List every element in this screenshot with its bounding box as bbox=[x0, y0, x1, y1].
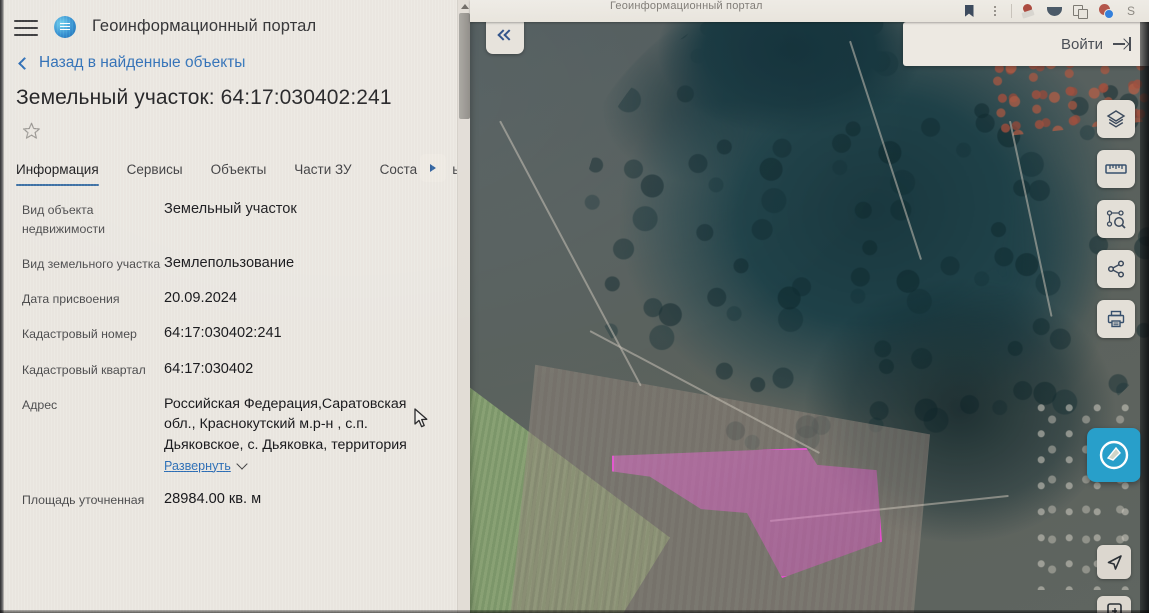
property-key: Вид объекта недвижимости bbox=[22, 203, 105, 237]
property-key: Кадастровый номер bbox=[22, 327, 137, 342]
property-value: Российская Федерация,Саратовская обл., К… bbox=[164, 395, 407, 453]
layers-button[interactable] bbox=[1097, 100, 1135, 138]
property-key: Вид земельного участка bbox=[22, 257, 161, 272]
feedback-chat-button[interactable] bbox=[1087, 428, 1141, 482]
property-row: Дата присвоения 20.09.2024 bbox=[0, 281, 470, 316]
property-key: Площадь уточненная bbox=[22, 492, 145, 507]
property-key: Дата присвоения bbox=[22, 292, 120, 307]
portal-logo-icon bbox=[54, 15, 76, 38]
extension-overflow-icon[interactable]: S bbox=[1119, 1, 1145, 21]
property-row: Вид земельного участка Землепользование bbox=[0, 246, 470, 281]
scrollbar-thumb[interactable] bbox=[459, 13, 470, 119]
share-icon bbox=[1107, 260, 1125, 278]
property-value: 64:17:030402 bbox=[164, 360, 254, 377]
property-value: 20.09.2024 bbox=[164, 290, 238, 307]
bookmark-icon[interactable] bbox=[956, 1, 982, 21]
navigation-arrow-icon bbox=[1107, 554, 1122, 570]
hamburger-menu-icon[interactable] bbox=[14, 18, 38, 36]
tab-scroll-right-button[interactable] bbox=[420, 154, 446, 182]
chevron-down-icon bbox=[236, 457, 248, 470]
tab-services[interactable]: Сервисы bbox=[127, 162, 197, 186]
app-header: Геоинформационный портал bbox=[0, 0, 470, 44]
chevron-left-icon bbox=[18, 56, 31, 70]
property-value: 28984.00 кв. м bbox=[164, 490, 262, 507]
property-row: Площадь уточненная 28984.00 кв. м bbox=[0, 482, 470, 517]
print-icon bbox=[1107, 310, 1125, 328]
toolbar-divider bbox=[1011, 4, 1012, 18]
expand-label: Развернуть bbox=[164, 458, 231, 473]
screenshot-root: Войти Геоинформационный портал S Геоинфо… bbox=[0, 0, 1149, 613]
search-area-button[interactable] bbox=[1097, 200, 1135, 238]
property-value: Землепользование bbox=[164, 255, 295, 272]
app-title: Геоинформационный портал bbox=[92, 17, 317, 35]
property-value: 64:17:030402:241 bbox=[164, 325, 282, 342]
extension-puzzle-icon[interactable] bbox=[1067, 1, 1093, 21]
share-button[interactable] bbox=[1097, 250, 1135, 288]
print-button[interactable] bbox=[1097, 300, 1135, 338]
back-label: Назад в найденные объекты bbox=[39, 54, 246, 71]
property-row: Вид объекта недвижимости Земельный участ… bbox=[0, 192, 470, 246]
tab-information[interactable]: Информация bbox=[16, 162, 113, 186]
extension-verified-icon[interactable] bbox=[1093, 1, 1119, 21]
star-outline-icon[interactable] bbox=[22, 122, 41, 140]
tab-objects[interactable]: Объекты bbox=[211, 162, 281, 186]
back-to-results-link[interactable]: Назад в найденные объекты bbox=[0, 44, 470, 76]
property-row-address: Адрес Российская Федерация,Саратовская о… bbox=[0, 387, 470, 482]
panel-vertical-scrollbar[interactable] bbox=[457, 0, 470, 613]
feedback-chat-icon bbox=[1099, 440, 1129, 470]
double-chevron-left-icon bbox=[497, 29, 515, 41]
object-info-panel: Геоинформационный портал Назад в найденн… bbox=[0, 0, 470, 613]
measure-button[interactable] bbox=[1097, 150, 1135, 188]
login-button[interactable]: Войти bbox=[903, 22, 1149, 66]
locate-button[interactable] bbox=[1097, 545, 1131, 579]
map-viewport[interactable]: Войти bbox=[470, 0, 1149, 613]
screen-bezel-right bbox=[1140, 0, 1149, 613]
tab-bar[interactable]: Информация Сервисы Объекты Части ЗУ Сост… bbox=[0, 140, 470, 186]
extension-pin-icon[interactable] bbox=[1015, 1, 1041, 21]
page-title: Земельный участок: 64:17:030402:241 bbox=[16, 86, 392, 109]
favorite-row bbox=[0, 110, 470, 140]
screen-bezel-left bbox=[0, 0, 4, 613]
tab-land-parts[interactable]: Части ЗУ bbox=[294, 162, 365, 186]
property-value: Земельный участок bbox=[164, 201, 297, 217]
browser-toolbar[interactable]: Геоинформационный портал S bbox=[470, 0, 1149, 22]
expand-address-link[interactable]: Развернуть bbox=[164, 457, 248, 473]
login-label: Войти bbox=[1061, 35, 1103, 53]
login-arrow-icon bbox=[1113, 37, 1131, 51]
extension-shield-icon[interactable] bbox=[1041, 1, 1067, 21]
ruler-measure-icon bbox=[1105, 164, 1127, 174]
property-row: Кадастровый квартал 64:17:030402 bbox=[0, 352, 470, 387]
search-area-icon bbox=[1106, 210, 1126, 229]
property-key: Адрес bbox=[22, 397, 58, 412]
scroll-up-arrow-icon[interactable] bbox=[461, 4, 469, 9]
browser-tab-title: Геоинформационный портал bbox=[610, 0, 763, 12]
property-key: Кадастровый квартал bbox=[22, 362, 146, 377]
kebab-menu-icon[interactable] bbox=[982, 1, 1008, 21]
chevron-right-icon bbox=[430, 164, 436, 172]
layers-icon bbox=[1106, 110, 1126, 128]
map-tool-stack[interactable] bbox=[1097, 100, 1135, 338]
property-list: Вид объекта недвижимости Земельный участ… bbox=[0, 186, 470, 517]
property-row: Кадастровый номер 64:17:030402:241 bbox=[0, 316, 470, 351]
